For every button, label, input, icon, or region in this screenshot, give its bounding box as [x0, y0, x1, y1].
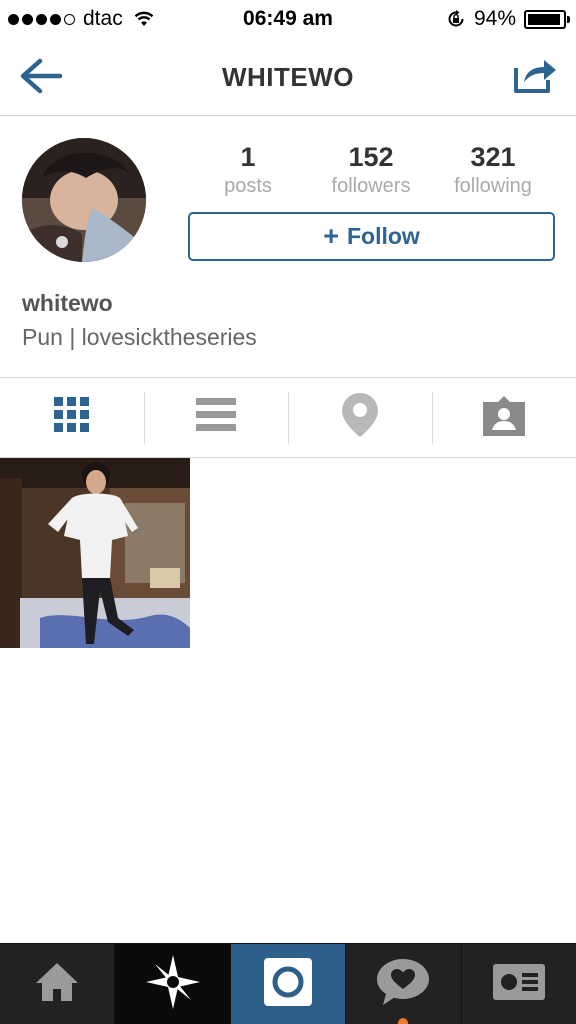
bottom-tab-bar — [0, 943, 576, 1024]
location-pin-icon — [342, 393, 378, 442]
tagged-photos-icon — [483, 394, 525, 441]
page-title: WHITEWO — [221, 62, 355, 92]
view-mode-tabs — [0, 377, 576, 458]
followers-stat[interactable]: 152 followers — [311, 142, 431, 198]
rotation-lock-icon — [446, 9, 466, 29]
tab-places[interactable] — [288, 378, 432, 457]
navigation-bar: WHITEWO — [0, 38, 576, 116]
plus-icon: + — [323, 221, 339, 251]
status-bar: dtac 06:49 am 94% — [0, 0, 576, 38]
tab-list[interactable] — [144, 378, 288, 457]
battery-fill — [528, 13, 560, 25]
camera-icon — [264, 957, 313, 1011]
notification-dot — [398, 1018, 409, 1024]
following-label: following — [454, 175, 532, 197]
status-right: 94% — [446, 7, 570, 31]
following-stat[interactable]: 321 following — [433, 142, 553, 198]
profile-card-icon — [492, 963, 545, 1005]
tab-camera[interactable] — [230, 944, 347, 1024]
share-icon[interactable] — [512, 54, 558, 96]
posts-stat: 1 posts — [188, 142, 308, 198]
followers-count: 152 — [348, 142, 394, 172]
tab-profile[interactable] — [462, 944, 576, 1024]
avatar[interactable] — [22, 138, 146, 262]
battery-percent: 94% — [473, 7, 516, 30]
posts-count: 1 — [240, 142, 256, 172]
tab-activity[interactable] — [346, 944, 462, 1024]
following-count: 321 — [470, 142, 516, 172]
followers-label: followers — [331, 175, 411, 197]
grid-icon — [54, 397, 90, 438]
battery-icon — [524, 9, 570, 29]
tab-home[interactable] — [0, 944, 116, 1024]
tab-grid[interactable] — [0, 378, 144, 457]
explore-icon — [145, 954, 200, 1014]
posts-label: posts — [224, 175, 272, 197]
photo-thumbnail[interactable] — [0, 458, 190, 648]
activity-heart-icon — [377, 958, 430, 1010]
tab-explore[interactable] — [115, 944, 231, 1024]
profile-username: whitewo — [22, 290, 113, 316]
follow-button-label: Follow — [346, 223, 420, 249]
list-icon — [196, 398, 236, 437]
tab-tagged[interactable] — [432, 378, 576, 457]
home-icon — [34, 961, 80, 1008]
follow-button[interactable]: + Follow — [188, 212, 555, 261]
profile-bio: Pun | lovesicktheseries — [22, 324, 257, 350]
